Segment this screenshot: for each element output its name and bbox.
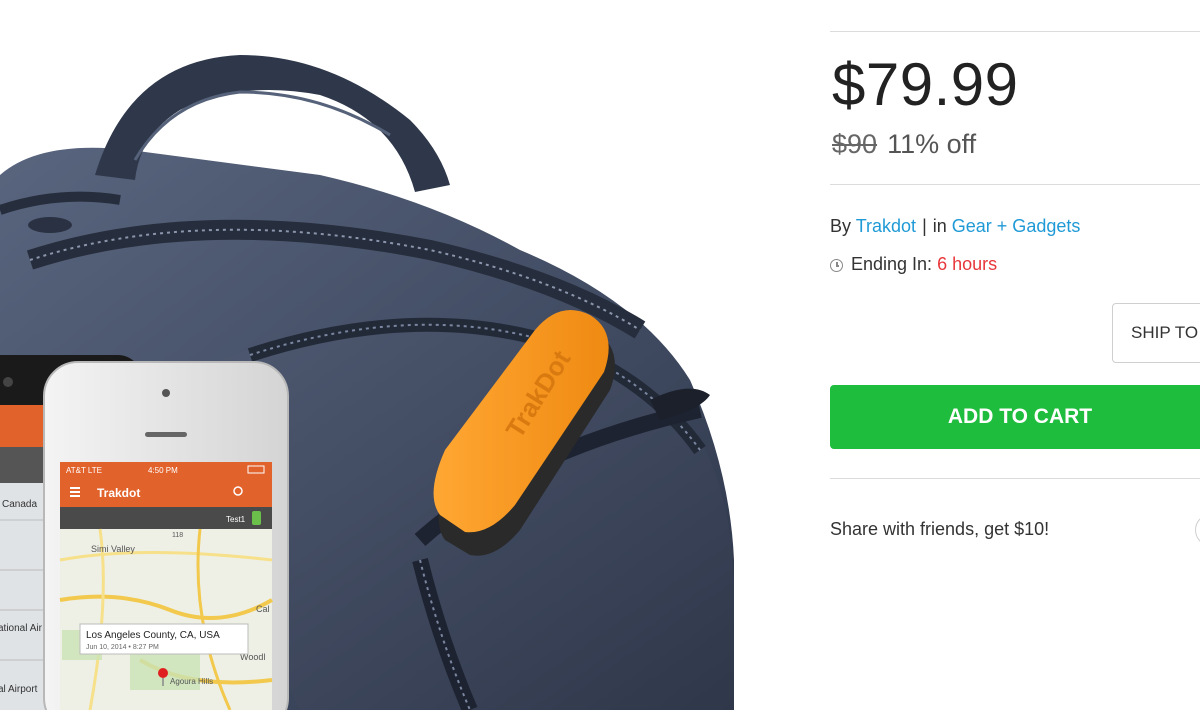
map-label-agoura: Agoura Hills: [170, 677, 213, 686]
map-label-cal: Cal: [256, 604, 270, 614]
by-label: By: [830, 216, 852, 236]
map-label-simi: Simi Valley: [91, 544, 135, 554]
map-pin-icon: [158, 668, 168, 678]
map-popup-title: Los Angeles County, CA, USA: [86, 630, 220, 641]
ending-line: Ending In: 6 hours: [830, 251, 997, 277]
map-popup-date: Jun 10, 2014 • 8:27 PM: [86, 644, 159, 651]
divider-price: [830, 184, 1200, 185]
ending-value: 6 hours: [937, 254, 998, 274]
share-toggle[interactable]: [1195, 514, 1200, 546]
discount-label: 11% off: [887, 129, 977, 159]
category-link[interactable]: Gear + Gadgets: [952, 216, 1081, 236]
app-title: Trakdot: [97, 486, 140, 500]
seller-separator: |: [922, 216, 927, 236]
divider-top: [830, 31, 1200, 32]
back-phone-item-3: al Airport: [0, 684, 38, 695]
vendor-link[interactable]: Trakdot: [856, 216, 916, 236]
status-carrier: AT&T LTE: [66, 466, 102, 475]
product-info-panel: $79.99 $90 11% off By Trakdot | in Gear + G…: [830, 0, 1200, 720]
ending-label: Ending In:: [851, 254, 933, 274]
ship-to-button[interactable]: SHIP TO: [1112, 303, 1200, 363]
front-phone: AT&T LTE 4:50 PM Trakdot Test1 Simi Vall…: [43, 361, 289, 710]
original-price: $90: [832, 129, 878, 159]
test-label: Test1: [226, 515, 246, 524]
divider-cart: [830, 478, 1200, 479]
current-price: $79.99: [832, 51, 1019, 118]
product-image: TrakDot Canada ational Air al Airport AT…: [0, 0, 734, 710]
status-time: 4:50 PM: [148, 466, 178, 475]
back-phone-item-1: Canada: [2, 499, 37, 510]
price-comparison: $90 11% off: [832, 126, 976, 162]
add-to-cart-button[interactable]: ADD TO CART: [830, 385, 1200, 449]
in-label: in: [932, 216, 947, 236]
seller-line: By Trakdot | in Gear + Gadgets: [830, 213, 1080, 239]
clock-icon: [830, 259, 843, 272]
share-text: Share with friends, get $10!: [830, 519, 1050, 539]
back-phone-item-2: ational Air: [0, 623, 43, 634]
map-label-118: 118: [172, 532, 183, 539]
